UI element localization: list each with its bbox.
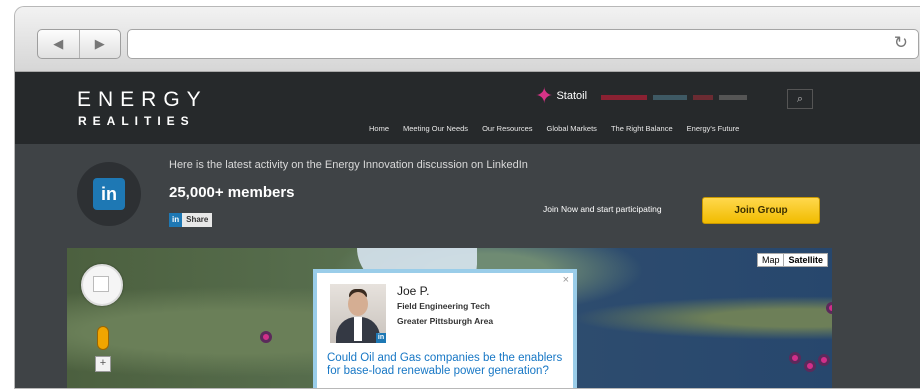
map-type-map[interactable]: Map: [758, 254, 784, 266]
menu-item-meeting-our-needs[interactable]: Meeting Our Needs: [403, 124, 468, 133]
pan-control-icon[interactable]: [81, 264, 123, 306]
brand-name: Statoil: [556, 90, 588, 102]
linkedin-share-icon: in: [169, 213, 183, 227]
share-label: Share: [182, 213, 213, 227]
browser-toolbar: ◀ ▶ ↻: [15, 7, 920, 72]
map-type-satellite[interactable]: Satellite: [783, 254, 827, 266]
address-bar[interactable]: ↻: [127, 29, 919, 59]
statoil-star-icon: ✦: [535, 83, 554, 108]
site-logo-top[interactable]: ENERGY: [77, 88, 208, 112]
map-marker-icon[interactable]: [826, 302, 832, 314]
menu-item-the-right-balance[interactable]: The Right Balance: [611, 124, 673, 133]
linkedin-activity-text: Here is the latest activity on the Energ…: [169, 159, 528, 171]
map-marker-icon[interactable]: [260, 331, 272, 343]
menu-item-our-resources[interactable]: Our Resources: [482, 124, 532, 133]
join-group-button[interactable]: Join Group: [702, 197, 820, 224]
map-type-toggle: Map Satellite: [756, 253, 828, 267]
menu-item-home[interactable]: Home: [369, 124, 389, 133]
world-map[interactable]: + Map Satellite × in Joe P. Field Engine…: [67, 248, 832, 388]
search-icon[interactable]: ⌕: [787, 89, 813, 109]
forward-button[interactable]: ▶: [78, 30, 121, 58]
member-location: Greater Pittsburgh Area: [397, 316, 494, 326]
site-logo-bottom[interactable]: REALITIES: [78, 114, 195, 128]
energy-realities-page: ENERGY REALITIES ✦ Statoil ⌕ Home Meetin…: [15, 72, 920, 388]
avatar-face: [348, 292, 368, 316]
avatar-shirt: [354, 317, 362, 341]
map-marker-icon[interactable]: [818, 354, 830, 366]
pegman-icon[interactable]: [97, 326, 109, 350]
reload-icon[interactable]: ↻: [894, 33, 908, 53]
discussion-question-link[interactable]: Could Oil and Gas companies be the enabl…: [327, 352, 563, 378]
map-marker-icon[interactable]: [789, 352, 801, 364]
menu-item-energys-future[interactable]: Energy's Future: [687, 124, 740, 133]
linkedin-small-icon: in: [376, 333, 386, 343]
main-menu: Home Meeting Our Needs Our Resources Glo…: [369, 124, 739, 133]
linkedin-badge: in: [77, 162, 141, 226]
linkedin-share-button[interactable]: in Share: [169, 213, 213, 227]
avatar[interactable]: in: [330, 284, 386, 343]
statoil-brand: ✦ Statoil: [535, 83, 588, 108]
member-name[interactable]: Joe P.: [397, 284, 429, 298]
members-count: 25,000+ members: [169, 184, 295, 201]
join-prompt: Join Now and start participating: [543, 204, 662, 214]
zoom-in-button[interactable]: +: [95, 356, 111, 372]
member-role: Field Engineering Tech: [397, 301, 490, 311]
discussion-popup: × in Joe P. Field Engineering Tech Great…: [313, 269, 577, 388]
menu-item-global-markets[interactable]: Global Markets: [547, 124, 597, 133]
browser-window: ◀ ▶ ↻ ENERGY REALITIES ✦ Statoil ⌕ Home: [14, 6, 920, 389]
site-header: ENERGY REALITIES ✦ Statoil ⌕ Home Meetin…: [15, 72, 920, 144]
browser-nav-buttons: ◀ ▶: [37, 29, 121, 59]
map-marker-icon[interactable]: [804, 360, 816, 372]
linkedin-icon[interactable]: in: [93, 178, 125, 210]
close-icon[interactable]: ×: [563, 274, 569, 286]
header-partner-logos: [601, 95, 747, 100]
back-button[interactable]: ◀: [38, 30, 79, 58]
